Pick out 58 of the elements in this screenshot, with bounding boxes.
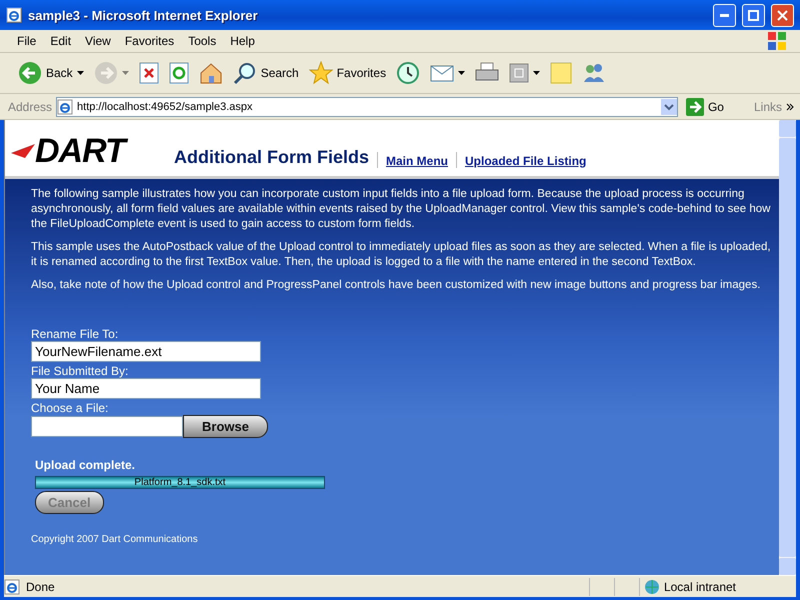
address-field[interactable]: http://localhost:49652/sample3.aspx (56, 96, 678, 116)
stop-icon (138, 62, 159, 84)
description-paragraph: Also, take note of how the Upload control and ProgressPanel controls have been customized with new image buttons and progress bar images. (31, 278, 762, 293)
people-icon (582, 62, 606, 84)
menu-item[interactable]: Favorites (118, 32, 182, 50)
dart-logo: DART (11, 134, 136, 168)
text-field[interactable]: Your Name (31, 378, 261, 399)
close-icon (777, 10, 788, 20)
maximize-button[interactable] (742, 4, 765, 26)
caret-icon[interactable] (76, 71, 84, 75)
minimize-button[interactable] (713, 4, 736, 26)
refresh-icon (168, 62, 189, 84)
address-label: Address (7, 100, 54, 114)
nav-link[interactable]: Uploaded File Listing (465, 154, 586, 168)
nav-link[interactable]: Main Menu (386, 154, 448, 168)
favorites-button[interactable]: Favorites (304, 59, 390, 87)
close-button[interactable] (771, 4, 794, 26)
minimize-icon (720, 14, 729, 16)
file-path-field[interactable] (31, 416, 183, 437)
network-globe-icon (644, 578, 660, 594)
page-icon (57, 98, 74, 114)
search-icon (232, 61, 257, 85)
back-button[interactable]: Back (14, 59, 88, 87)
menu-item[interactable]: Edit (43, 32, 78, 50)
progress-filename: Platform_8.1_sdk.txt (133, 476, 227, 489)
menu-item[interactable]: File (10, 32, 44, 50)
search-button[interactable]: Search (228, 59, 303, 87)
page-icon (6, 7, 22, 23)
go-button[interactable]: Go (682, 96, 728, 118)
status-text: Done (26, 580, 56, 594)
browse-button[interactable]: Browse (183, 415, 268, 438)
upload-status: Upload complete. (35, 458, 136, 472)
go-arrow-icon (686, 98, 704, 116)
menu-item[interactable]: Help (223, 32, 262, 50)
caret-icon[interactable] (458, 71, 466, 75)
page-heading: Additional Form Fields (174, 147, 370, 168)
menu-item[interactable]: Tools (181, 32, 224, 50)
star-icon (308, 61, 333, 85)
vertical-scrollbar[interactable] (779, 120, 796, 575)
zone-text: Local intranet (664, 580, 736, 594)
menu-item[interactable]: View (78, 32, 118, 50)
copyright-text: Copyright 2007 Dart Communications (31, 534, 199, 545)
caret-icon[interactable] (533, 71, 540, 75)
chevron-icon[interactable] (786, 102, 794, 110)
edit-icon (509, 63, 530, 83)
field-label: File Submitted By: (31, 364, 130, 378)
description-paragraph: The following sample illustrates how you can incorporate custom input fields into a file upload form. Because the upload process is occurring asynchronously, all form field values are available within events raised by the UploadManager control. View this sample's code-behind to see how the FileUploadComplete event is used to gain access to custom form fields. (31, 187, 772, 232)
windows-logo-icon (766, 31, 788, 51)
field-label: Rename File To: (31, 327, 120, 341)
home-icon (198, 62, 223, 84)
note-icon (550, 62, 572, 84)
maximize-icon (748, 10, 759, 20)
description-paragraph: This sample uses the AutoPostback value of the Upload control to immediately upload files as soon as they are selected. When a file is uploaded, it is renamed according to the first TextBox value. Then, the upload is logged to a file with the name entered in the second TextBox. (31, 240, 772, 270)
clock-icon (396, 61, 420, 85)
window-title: sample3 - Microsoft Internet Explorer (28, 8, 259, 22)
field-label: Choose a File: (31, 401, 110, 415)
text-field[interactable]: YourNewFilename.ext (31, 341, 261, 362)
envelope-icon (430, 63, 454, 83)
